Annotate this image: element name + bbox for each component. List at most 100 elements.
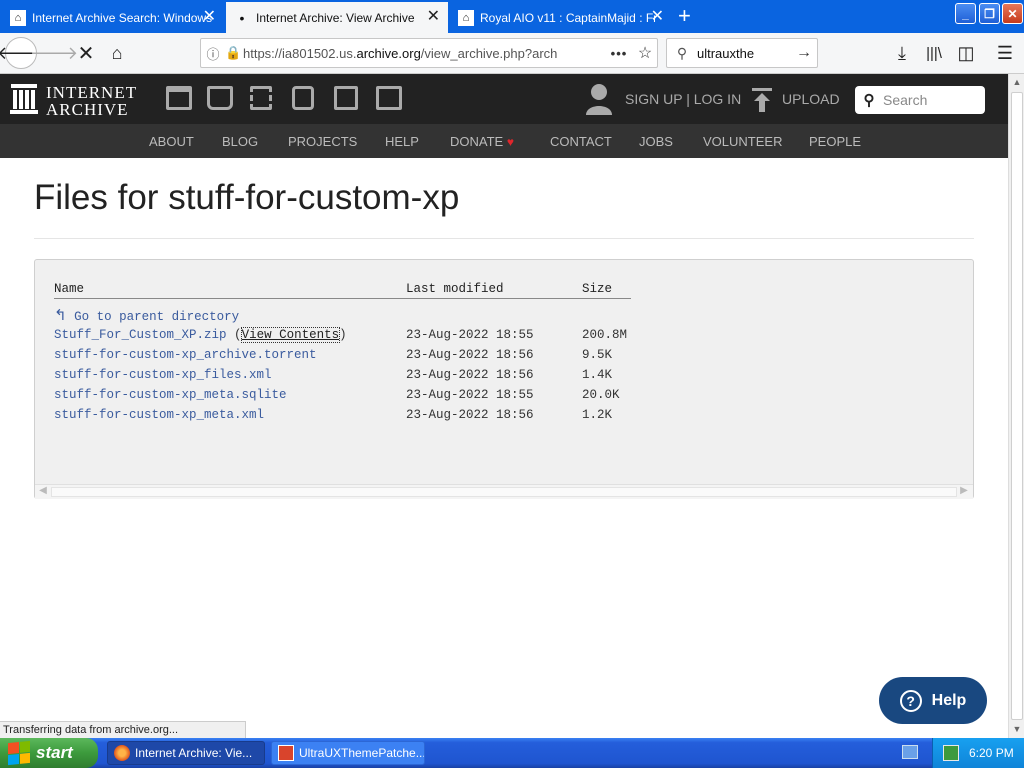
task-label: Internet Archive: Vie...: [135, 746, 253, 760]
page-title: Files for stuff-for-custom-xp: [34, 178, 460, 217]
stop-button[interactable]: ✕: [72, 39, 100, 67]
taskbar: start Internet Archive: Vie... UltraUXTh…: [0, 738, 1024, 768]
nav-about[interactable]: ABOUT: [149, 134, 194, 149]
keyboard-icon[interactable]: [902, 745, 918, 759]
close-tab-icon[interactable]: ✕: [427, 9, 440, 25]
archive-favicon-icon: ⌂: [458, 9, 474, 26]
tab-label: Royal AIO v11 : CaptainMajid : Fr: [480, 10, 658, 25]
search-icon: ⚲: [863, 92, 875, 109]
file-size: 1.4K: [582, 368, 613, 382]
browser-search-bar[interactable]: ⚲ ultrauxthe →: [666, 38, 818, 68]
page-scrollbar[interactable]: ▲ ▼: [1008, 74, 1024, 738]
close-tab-icon[interactable]: ✕: [651, 9, 664, 25]
search-go-arrow-icon[interactable]: →: [791, 44, 817, 62]
tab-internet-archive-search[interactable]: ⌂ Internet Archive Search: Windows ✕: [2, 2, 224, 33]
file-link[interactable]: stuff-for-custom-xp_meta.sqlite: [54, 388, 287, 406]
scroll-up-icon[interactable]: ▲: [1009, 74, 1024, 90]
nav-volunteer[interactable]: VOLUNTEER: [703, 134, 782, 149]
title-divider: [34, 238, 974, 239]
help-button[interactable]: ? Help: [879, 677, 987, 724]
nav-donate-label: DONATE: [450, 134, 504, 149]
nav-jobs[interactable]: JOBS: [639, 134, 673, 149]
status-text: Transferring data from archive.org...: [0, 721, 246, 738]
restore-button[interactable]: ❐: [979, 3, 1000, 24]
safely-remove-icon[interactable]: [943, 745, 959, 761]
tab-label: Internet Archive Search: Windows: [32, 10, 213, 25]
file-link[interactable]: stuff-for-custom-xp_files.xml: [54, 368, 272, 386]
archive-favicon-icon: ⌂: [10, 9, 26, 26]
window-close-button[interactable]: ✕: [1002, 3, 1023, 24]
ia-logo[interactable]: INTERNET ARCHIVE: [8, 80, 148, 120]
navigation-toolbar: 🡐 🡒 ✕ ⌂ ⓘ 🔒 https://ia801502.us.archive.…: [0, 33, 1024, 74]
images-icon[interactable]: [376, 86, 402, 110]
file-modified: 23-Aug-2022 18:55: [406, 328, 534, 342]
file-link[interactable]: stuff-for-custom-xp_meta.xml: [54, 408, 264, 426]
column-header-name: Name: [54, 282, 85, 296]
nav-contact[interactable]: CONTACT: [550, 134, 612, 149]
ia-logo-text: INTERNET ARCHIVE: [46, 84, 137, 118]
page-actions-icon[interactable]: •••: [605, 46, 633, 61]
tab-royal-aio[interactable]: ⌂ Royal AIO v11 : CaptainMajid : Fr ✕: [450, 2, 672, 33]
software-icon[interactable]: [334, 86, 358, 110]
web-icon[interactable]: [166, 86, 192, 110]
tab-strip: ⌂ Internet Archive Search: Windows ✕ • I…: [0, 0, 1024, 33]
loading-dot-icon: •: [239, 9, 245, 26]
texts-icon[interactable]: [207, 86, 233, 110]
start-label: start: [36, 743, 73, 762]
forward-button[interactable]: 🡒: [30, 39, 78, 67]
audio-icon[interactable]: [292, 86, 314, 110]
signup-login-link[interactable]: SIGN UP | LOG IN: [625, 91, 741, 107]
tab-view-archive[interactable]: • Internet Archive: View Archive ✕: [226, 2, 448, 33]
paren-open: (: [234, 328, 242, 342]
parent-directory-icon: ↰: [54, 306, 67, 324]
start-button[interactable]: start: [0, 738, 98, 768]
nav-donate[interactable]: DONATE ♥: [450, 134, 514, 149]
search-input[interactable]: ultrauxthe: [697, 46, 791, 61]
system-tray: 6:20 PM: [932, 738, 1024, 768]
nav-blog[interactable]: BLOG: [222, 134, 258, 149]
library-icon[interactable]: |||\: [920, 39, 948, 67]
nav-people[interactable]: PEOPLE: [809, 134, 861, 149]
video-icon[interactable]: [250, 86, 272, 110]
logo-line-1: INTERNET: [46, 83, 138, 102]
scroll-down-icon[interactable]: ▼: [1009, 721, 1024, 737]
tab-label: Internet Archive: View Archive: [256, 10, 415, 25]
info-icon[interactable]: ⓘ: [201, 44, 225, 63]
horizontal-scrollbar[interactable]: ◀ ▶: [35, 484, 973, 499]
file-link[interactable]: Stuff_For_Custom_XP.zip: [54, 328, 227, 342]
close-tab-icon[interactable]: ✕: [203, 9, 216, 25]
file-row: Stuff_For_Custom_XP.zip (View Contents): [54, 327, 347, 346]
downloads-icon[interactable]: ⤓: [888, 39, 916, 67]
new-tab-button[interactable]: +: [678, 5, 691, 27]
sidebar-icon[interactable]: ◫: [952, 39, 980, 67]
ia-nav-bar: ABOUT BLOG PROJECTS HELP DONATE ♥ CONTAC…: [0, 124, 1008, 158]
scrollbar-thumb[interactable]: [1011, 92, 1023, 720]
url-bar[interactable]: ⓘ 🔒 https://ia801502.us.archive.org/view…: [200, 38, 658, 68]
file-listing: Name Last modified Size ↰ Go to parent d…: [34, 259, 974, 499]
firefox-icon: [114, 745, 130, 761]
file-size: 200.8M: [582, 328, 628, 342]
file-link[interactable]: stuff-for-custom-xp_archive.torrent: [54, 348, 317, 366]
ia-search-input[interactable]: Search: [883, 92, 927, 108]
scroll-right-icon[interactable]: ▶: [957, 485, 971, 499]
taskbar-item-firefox[interactable]: Internet Archive: Vie...: [107, 741, 265, 765]
url-text[interactable]: https://ia801502.us.archive.org/view_arc…: [243, 46, 605, 61]
menu-icon[interactable]: ☰: [991, 39, 1019, 67]
view-contents-link[interactable]: View Contents: [240, 327, 341, 343]
user-icon[interactable]: [585, 83, 613, 115]
parent-directory-link[interactable]: Go to parent directory: [74, 310, 239, 324]
upload-icon[interactable]: [752, 88, 772, 112]
scrollbar-thumb[interactable]: [51, 487, 957, 497]
nav-help[interactable]: HELP: [385, 134, 419, 149]
parent-directory-row[interactable]: ↰ Go to parent directory: [54, 306, 239, 324]
header-rule: [54, 298, 631, 299]
bookmark-star-icon[interactable]: ☆: [633, 43, 657, 63]
home-button[interactable]: ⌂: [103, 39, 131, 67]
upload-link[interactable]: UPLOAD: [782, 91, 840, 107]
ia-search-box[interactable]: ⚲ Search: [855, 86, 985, 114]
minimize-button[interactable]: _: [955, 3, 976, 24]
nav-projects[interactable]: PROJECTS: [288, 134, 357, 149]
scroll-left-icon[interactable]: ◀: [36, 485, 50, 499]
windows-flag-icon: [8, 740, 30, 766]
taskbar-item-ultrauxthemepatcher[interactable]: UltraUXThemePatche...: [271, 741, 425, 765]
